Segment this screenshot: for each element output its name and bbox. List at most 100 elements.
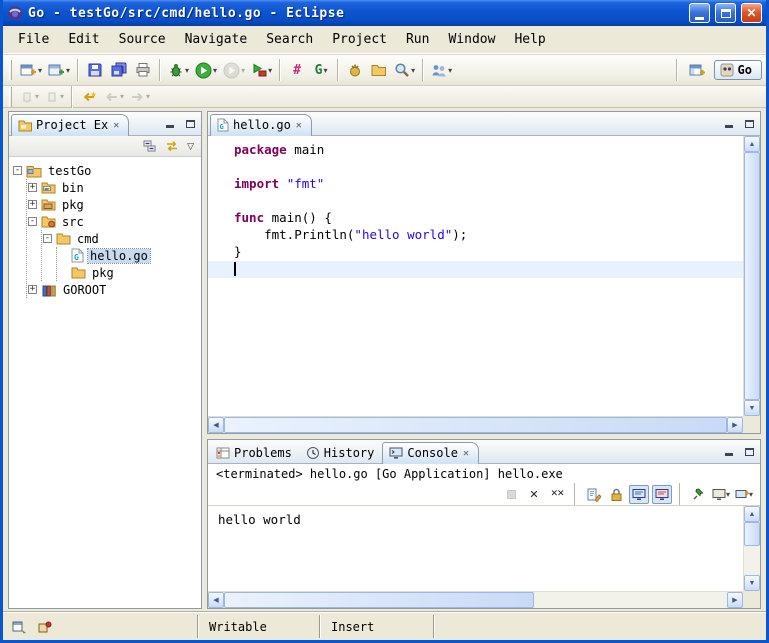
menu-item-file[interactable]: File: [9, 29, 58, 50]
collapse-toggle-icon[interactable]: -: [28, 217, 37, 226]
scrollbar-thumb[interactable]: [224, 417, 727, 433]
console-horizontal-scrollbar[interactable]: ◀ ▶: [208, 591, 743, 608]
toolbar-grip[interactable]: [9, 87, 12, 107]
dropdown-arrow-icon[interactable]: ▾: [185, 66, 189, 75]
scroll-lock-button[interactable]: [606, 485, 626, 504]
titlebar[interactable]: Go - testGo/src/cmd/hello.go - Eclipse ✕: [3, 0, 766, 26]
fast-view-button[interactable]: [11, 619, 28, 635]
scroll-left-button[interactable]: ◀: [208, 592, 224, 608]
scrollbar-track[interactable]: [534, 592, 727, 608]
collapse-toggle-icon[interactable]: -: [43, 234, 52, 243]
scroll-down-button[interactable]: ▼: [744, 400, 760, 416]
scrollbar-thumb[interactable]: [744, 522, 760, 546]
close-view-icon[interactable]: ✕: [112, 120, 120, 131]
minimize-view-button[interactable]: [162, 116, 178, 131]
new-wizard-button[interactable]: ▾: [17, 58, 45, 82]
close-view-icon[interactable]: ✕: [462, 448, 470, 459]
dropdown-arrow-icon[interactable]: ▾: [120, 92, 124, 101]
scroll-right-button[interactable]: ▶: [727, 592, 743, 608]
project-tree[interactable]: - testGo + bin + pkg: [9, 157, 201, 608]
menu-item-window[interactable]: Window: [439, 29, 504, 50]
scroll-up-button[interactable]: ▲: [744, 136, 760, 152]
tree-node-goroot[interactable]: + GOROOT: [28, 281, 199, 298]
dropdown-arrow-icon[interactable]: ▾: [726, 490, 730, 499]
link-with-editor-button[interactable]: [164, 138, 180, 154]
close-tab-icon[interactable]: ✕: [295, 120, 303, 131]
forward-button[interactable]: ▾: [127, 85, 153, 109]
menu-item-navigate[interactable]: Navigate: [176, 29, 257, 50]
scrollbar-track[interactable]: [744, 546, 760, 575]
tab-history[interactable]: History: [300, 443, 383, 463]
collapse-toggle-icon[interactable]: -: [13, 166, 22, 175]
dropdown-arrow-icon[interactable]: ▾: [448, 66, 452, 75]
tree-node-src[interactable]: - src: [28, 213, 199, 230]
scroll-right-button[interactable]: ▶: [727, 417, 743, 433]
print-button[interactable]: [131, 58, 155, 82]
pin-console-button[interactable]: [688, 485, 708, 504]
previous-annotation-button[interactable]: ▾: [42, 85, 67, 109]
tab-hello-go[interactable]: G hello.go ✕: [210, 114, 312, 136]
editor-horizontal-scrollbar[interactable]: ◀ ▶: [208, 416, 743, 433]
minimize-view-button[interactable]: [721, 444, 737, 459]
console-vertical-scrollbar[interactable]: ▲ ▼: [743, 506, 760, 591]
expand-toggle-icon[interactable]: +: [28, 200, 37, 209]
tree-node-bin[interactable]: + bin: [28, 179, 199, 196]
dropdown-arrow-icon[interactable]: ▾: [411, 66, 415, 75]
open-perspective-button[interactable]: [686, 58, 710, 82]
terminate-button[interactable]: [501, 485, 521, 504]
scroll-up-button[interactable]: ▲: [744, 506, 760, 522]
code-editor[interactable]: package main import "fmt" func main() { …: [208, 136, 743, 416]
maximize-view-button[interactable]: [182, 116, 198, 131]
tab-project-explorer[interactable]: Project Ex ✕: [11, 114, 129, 136]
run-history-button[interactable]: ▾: [220, 58, 248, 82]
tree-node-pkg[interactable]: + pkg: [28, 196, 199, 213]
clear-console-button[interactable]: [583, 485, 603, 504]
remove-all-launches-button[interactable]: ✕✕: [547, 485, 567, 504]
console-output[interactable]: hello world: [208, 506, 743, 591]
expand-toggle-icon[interactable]: +: [28, 285, 37, 294]
new-go-element-button[interactable]: ▾: [45, 58, 73, 82]
go-cross-compile-button[interactable]: #: [285, 58, 309, 82]
maximize-button[interactable]: [715, 3, 736, 23]
external-tools-button[interactable]: ▾: [248, 58, 275, 82]
last-edit-location-button[interactable]: [77, 85, 101, 109]
next-annotation-button[interactable]: ▾: [17, 85, 42, 109]
go-generate-button[interactable]: G ▾: [309, 58, 333, 82]
scrollbar-thumb[interactable]: [224, 592, 534, 608]
tree-node-pkg-src[interactable]: pkg: [58, 264, 199, 281]
open-resource-button[interactable]: [367, 58, 391, 82]
menu-item-project[interactable]: Project: [323, 29, 396, 50]
menu-item-run[interactable]: Run: [397, 29, 438, 50]
close-button[interactable]: ✕: [741, 3, 762, 23]
save-button[interactable]: [83, 58, 107, 82]
show-stderr-button[interactable]: [652, 485, 672, 504]
toolbar-grip[interactable]: [9, 60, 12, 80]
scroll-down-button[interactable]: ▼: [744, 575, 760, 591]
search-button[interactable]: ▾: [391, 58, 418, 82]
collapse-all-button[interactable]: [142, 138, 158, 154]
show-stdout-button[interactable]: [629, 485, 649, 504]
view-menu-button[interactable]: ▽: [186, 140, 195, 153]
menu-item-source[interactable]: Source: [110, 29, 175, 50]
open-console-button[interactable]: ▾: [734, 485, 754, 504]
display-console-button[interactable]: ▾: [711, 485, 731, 504]
scrollbar-thumb[interactable]: [744, 152, 760, 400]
dropdown-arrow-icon[interactable]: ▾: [38, 66, 42, 75]
workspace-launch-button[interactable]: [36, 619, 53, 635]
dropdown-arrow-icon[interactable]: ▾: [241, 66, 245, 75]
tab-problems[interactable]: Problems: [210, 443, 300, 463]
back-button[interactable]: ▾: [101, 85, 127, 109]
dropdown-arrow-icon[interactable]: ▾: [146, 92, 150, 101]
tree-node-testgo[interactable]: - testGo: [13, 162, 199, 179]
tree-node-hello-go[interactable]: G hello.go: [58, 247, 199, 264]
team-sync-button[interactable]: ▾: [428, 58, 455, 82]
editor-vertical-scrollbar[interactable]: ▲ ▼: [743, 136, 760, 416]
scroll-left-button[interactable]: ◀: [208, 417, 224, 433]
dropdown-arrow-icon[interactable]: ▾: [749, 490, 753, 499]
remove-launch-button[interactable]: ✕: [524, 485, 544, 504]
maximize-view-button[interactable]: [741, 444, 757, 459]
menu-item-search[interactable]: Search: [257, 29, 322, 50]
debug-button[interactable]: ▾: [165, 58, 192, 82]
run-button[interactable]: ▾: [192, 58, 220, 82]
tab-console[interactable]: Console ✕: [382, 442, 479, 464]
